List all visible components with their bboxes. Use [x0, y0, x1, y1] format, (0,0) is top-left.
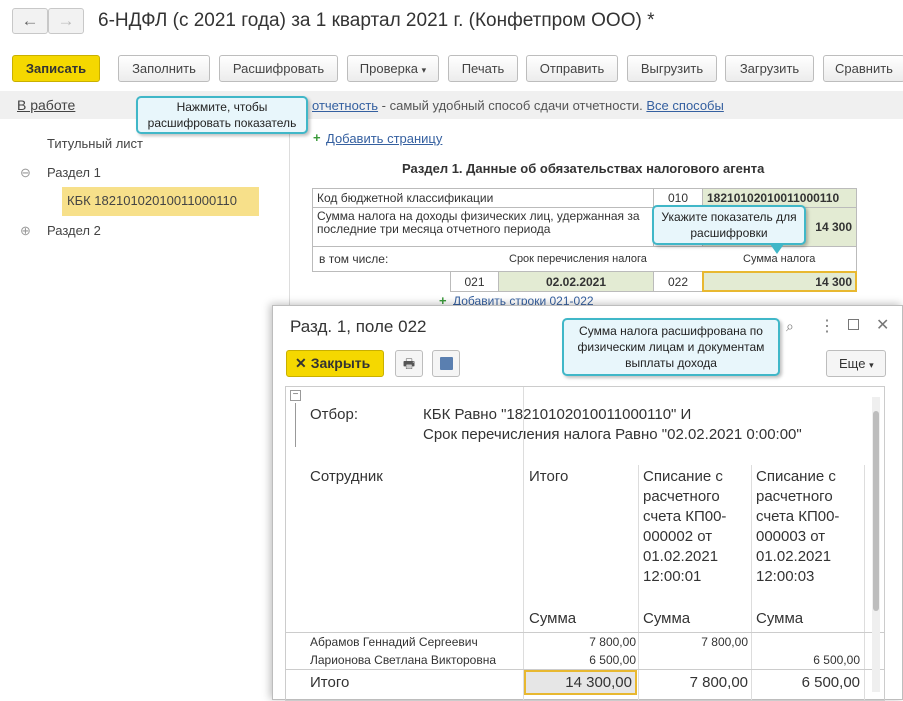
check-label: Проверка — [359, 61, 419, 76]
vertical-scrollbar[interactable] — [872, 397, 880, 692]
sidebar: Титульный лист ⊖ Раздел 1 КБК 1821010201… — [12, 128, 290, 700]
col-employee-header: Сотрудник — [310, 468, 383, 485]
row-employee: Ларионова Светлана Викторовна — [310, 653, 497, 667]
total-doc2: 6 500,00 — [801, 674, 860, 691]
date-value[interactable]: 02.02.2021 — [498, 271, 654, 292]
total-row-label: Итого — [310, 674, 350, 691]
col-total-header: Итого — [529, 468, 569, 485]
filter-line-1: КБК Равно "18210102010011000110" И — [423, 406, 692, 423]
row-employee: Абрамов Геннадий Сергеевич — [310, 635, 478, 649]
field-hint-callout: Укажите показатель для расшифровки — [652, 205, 806, 245]
dropdown-caret-icon: ▾ — [421, 65, 427, 75]
col-doc2-header: Списание с расчетного счета КП00-000003 … — [756, 468, 840, 585]
more-button-label: Еще — [839, 356, 866, 371]
forward-arrow-icon: → — [57, 11, 75, 30]
report-form: + Добавить страницу Раздел 1. Данные об … — [300, 128, 903, 308]
close-button-label: Закрыть — [310, 355, 371, 371]
back-button[interactable]: ← — [12, 8, 48, 34]
close-x-icon: ✕ — [295, 355, 307, 371]
fill-button[interactable]: Заполнить — [118, 55, 210, 82]
row-doc1: 7 800,00 — [701, 635, 748, 649]
sidebar-item-section1[interactable]: Раздел 1 — [47, 165, 101, 180]
code-022: 022 — [653, 271, 703, 292]
sidebar-item-section2[interactable]: Раздел 2 — [47, 223, 101, 238]
decode-report-sheet: − Отбор: КБК Равно "18210102010011000110… — [285, 386, 885, 701]
dialog-title: Разд. 1, поле 022 — [290, 317, 427, 336]
total-doc1: 7 800,00 — [689, 674, 748, 691]
filter-label: Отбор: — [310, 406, 358, 423]
scrollbar-thumb[interactable] — [873, 411, 879, 611]
group-line — [295, 403, 296, 447]
back-arrow-icon: ← — [21, 11, 39, 30]
forward-button[interactable]: → — [48, 8, 84, 34]
info-text: отчетность - самый удобный способ сдачи … — [312, 98, 724, 113]
sidebar-toggle-section1-icon[interactable]: ⊖ — [20, 165, 31, 181]
field-hint-arrow-icon — [770, 244, 784, 254]
header-bottom-line — [286, 632, 884, 633]
status-link[interactable]: В работе — [17, 97, 75, 113]
save-button[interactable]: Записать — [12, 55, 100, 82]
sidebar-item-title-page[interactable]: Титульный лист — [47, 136, 143, 151]
close-icon[interactable]: ✕ — [876, 315, 889, 335]
sidebar-toggle-section2-icon[interactable]: ⊕ — [20, 223, 31, 239]
more-caret-icon: ▾ — [869, 360, 874, 370]
save-icon-button[interactable] — [432, 350, 460, 377]
import-button[interactable]: Загрузить — [725, 55, 814, 82]
filter-line-2: Срок перечисления налога Равно "02.02.20… — [423, 426, 802, 443]
result-hint-callout: Сумма налога расшифрована по физическим … — [562, 318, 780, 376]
reporting-link[interactable]: отчетность — [312, 98, 378, 113]
tax-value: 14 300 — [815, 220, 852, 234]
sum-subheader-total: Сумма — [529, 610, 577, 627]
sum-value: 14 300 — [815, 275, 852, 289]
info-message: - самый удобный способ сдачи отчетности. — [378, 98, 647, 113]
send-button[interactable]: Отправить — [526, 55, 618, 82]
code-021: 021 — [450, 271, 499, 292]
add-page-icon: + — [313, 130, 321, 145]
kbk-label: Код бюджетной классификации — [312, 188, 654, 208]
sum-header: Сумма налога — [743, 253, 816, 265]
more-button[interactable]: Еще ▾ — [826, 350, 886, 377]
add-page-link[interactable]: Добавить страницу — [326, 131, 442, 146]
total-sum: 14 300,00 — [565, 674, 632, 691]
section-title: Раздел 1. Данные об обязательствах налог… — [402, 161, 765, 176]
table-row[interactable]: Абрамов Геннадий Сергеевич 7 800,00 7 80… — [286, 634, 866, 651]
window-title: 6-НДФЛ (с 2021 года) за 1 квартал 2021 г… — [98, 10, 655, 31]
compare-button[interactable]: Сравнить — [823, 55, 903, 82]
close-button[interactable]: ✕ Закрыть — [286, 350, 384, 377]
row-total: 7 800,00 — [589, 635, 636, 649]
including-label: в том числе: — [319, 252, 389, 266]
sum-subheader-doc2: Сумма — [756, 610, 804, 627]
total-sum-cell[interactable]: 14 300,00 — [524, 670, 637, 695]
tax-label: Сумма налога на доходы физических лиц, у… — [312, 207, 654, 247]
decode-hint-callout: Нажмите, чтобы расшифровать показатель — [136, 96, 308, 134]
all-methods-link[interactable]: Все способы — [646, 98, 723, 113]
row-total: 6 500,00 — [589, 653, 636, 667]
more-menu-icon[interactable]: ⋮ — [819, 316, 835, 336]
table-row[interactable]: Ларионова Светлана Викторовна 6 500,00 6… — [286, 652, 866, 669]
export-button[interactable]: Выгрузить — [627, 55, 717, 82]
sum-value-cell[interactable]: 14 300 — [702, 271, 857, 292]
print-icon-button[interactable]: 🖶 — [395, 350, 423, 377]
date-header: Срок перечисления налога — [509, 253, 647, 265]
collapse-group-icon[interactable]: − — [290, 390, 301, 401]
maximize-icon[interactable] — [848, 319, 859, 330]
decode-button[interactable]: Расшифровать — [219, 55, 338, 82]
col-doc1-header: Списание с расчетного счета КП00-000002 … — [643, 468, 727, 585]
row-doc2: 6 500,00 — [813, 653, 860, 667]
sidebar-item-kbk-label: КБК 18210102010011000110 — [67, 193, 237, 208]
floppy-icon — [440, 357, 453, 370]
check-dropdown-button[interactable]: Проверка ▾ — [347, 55, 439, 82]
sum-subheader-doc1: Сумма — [643, 610, 691, 627]
print-button[interactable]: Печать — [448, 55, 518, 82]
sidebar-item-kbk[interactable]: КБК 18210102010011000110 — [62, 187, 259, 216]
search-icon[interactable]: ⌕ — [786, 318, 794, 335]
